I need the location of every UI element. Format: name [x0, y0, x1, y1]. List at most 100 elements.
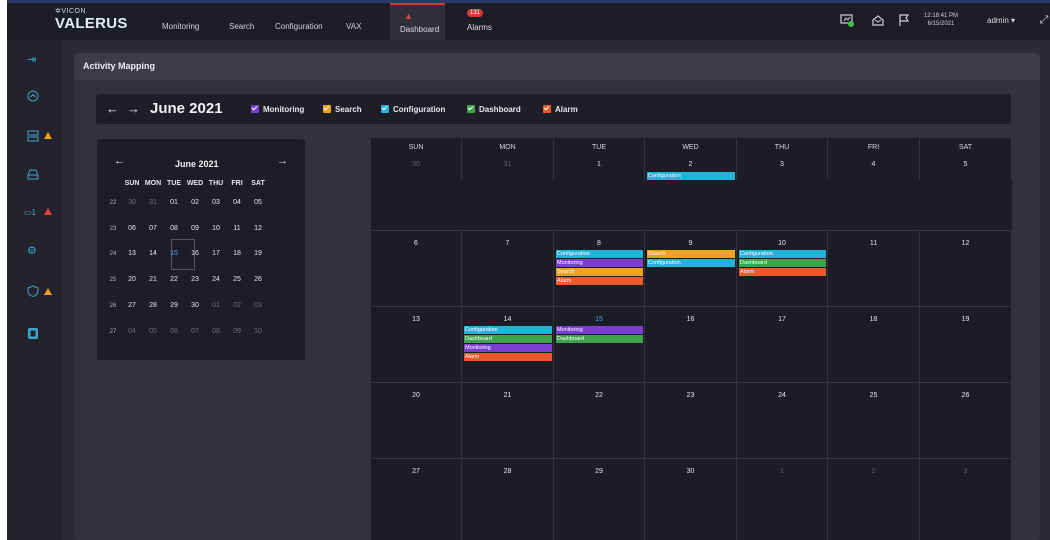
calendar-day-cell[interactable]: 28	[462, 458, 554, 540]
calendar-day-cell[interactable]: 17	[737, 306, 828, 382]
calendar-day-cell[interactable]: 9	[645, 230, 737, 306]
calendar-day-cell[interactable]: 23	[645, 382, 737, 458]
mini-day[interactable]: 26	[247, 276, 269, 283]
mini-day[interactable]: 20	[121, 276, 143, 283]
event-monitoring[interactable]: Monitoring	[556, 259, 643, 267]
nav-search[interactable]: Search	[229, 22, 254, 31]
tab-alarms[interactable]: 131 Alarms	[457, 3, 507, 40]
event-alarm[interactable]: Alarm	[464, 353, 552, 361]
mini-day[interactable]: 13	[121, 250, 143, 257]
mini-day[interactable]: 03	[247, 302, 269, 309]
legend-search[interactable]: Search	[323, 105, 362, 114]
calendar-day-cell[interactable]: 18	[828, 306, 920, 382]
calendar-day-cell[interactable]: 16	[645, 306, 737, 382]
mini-day[interactable]: 16	[184, 250, 206, 257]
flag-icon[interactable]	[897, 13, 911, 27]
mini-day[interactable]: 03	[205, 199, 227, 206]
calendar-day-cell[interactable]: 24	[737, 382, 828, 458]
mini-day[interactable]: 18	[226, 250, 248, 257]
mini-day[interactable]: 08	[163, 225, 185, 232]
mini-day[interactable]: 17	[205, 250, 227, 257]
activity-report-icon[interactable]	[27, 327, 41, 339]
shield-icon[interactable]	[27, 285, 41, 298]
mini-day[interactable]: 05	[142, 328, 164, 335]
event-dashboard[interactable]: Dashboard	[739, 259, 826, 267]
next-month-button[interactable]: →	[127, 101, 140, 116]
mini-day[interactable]: 06	[121, 225, 143, 232]
calendar-day-cell[interactable]: 21	[462, 382, 554, 458]
event-search[interactable]: Search	[556, 268, 643, 276]
mini-day[interactable]: 10	[205, 225, 227, 232]
event-dashboard[interactable]: Dashboard	[464, 335, 552, 343]
prev-month-button[interactable]: ←	[106, 101, 119, 116]
checkbox-icon[interactable]	[323, 105, 331, 113]
settings-icon[interactable]: ⚙	[27, 245, 41, 257]
calendar-day-cell[interactable]: 30	[645, 458, 737, 540]
mini-day[interactable]: 29	[163, 302, 185, 309]
event-configuration[interactable]: Configuration	[739, 250, 826, 258]
mini-day[interactable]: 25	[226, 276, 248, 283]
legend-configuration[interactable]: Configuration	[381, 105, 445, 114]
calendar-day-cell[interactable]: 19	[920, 306, 1012, 382]
event-configuration[interactable]: Configuration	[647, 259, 735, 267]
checkbox-icon[interactable]	[381, 105, 389, 113]
legend-alarm[interactable]: Alarm	[543, 105, 578, 114]
mini-day[interactable]: 27	[121, 302, 143, 309]
event-search[interactable]: Search	[647, 250, 735, 258]
calendar-day-cell[interactable]: 6	[371, 230, 462, 306]
collapse-sidebar-icon[interactable]: ⇥	[27, 54, 41, 66]
mini-day[interactable]: 15	[163, 250, 185, 257]
nav-vax[interactable]: VAX	[346, 22, 361, 31]
mini-day[interactable]: 09	[184, 225, 206, 232]
mini-day[interactable]: 05	[247, 199, 269, 206]
checkbox-icon[interactable]	[467, 105, 475, 113]
mini-day[interactable]: 04	[226, 199, 248, 206]
legend-monitoring[interactable]: Monitoring	[251, 105, 304, 114]
mini-day[interactable]: 02	[184, 199, 206, 206]
checkbox-icon[interactable]	[251, 105, 259, 113]
mini-day[interactable]: 21	[142, 276, 164, 283]
calendar-day-cell[interactable]: 15	[554, 306, 645, 382]
mini-day[interactable]: 11	[226, 225, 248, 232]
mini-day[interactable]: 07	[142, 225, 164, 232]
mini-prev-month-button[interactable]: ←	[114, 155, 125, 167]
calendar-day-cell[interactable]: 2	[828, 458, 920, 540]
calendar-day-cell[interactable]: 22	[554, 382, 645, 458]
calendar-day-cell[interactable]: 29	[554, 458, 645, 540]
mini-day[interactable]: 02	[226, 302, 248, 309]
event-configuration[interactable]: Configuration	[556, 250, 643, 258]
mini-day[interactable]: 14	[142, 250, 164, 257]
mini-day[interactable]: 01	[205, 302, 227, 309]
event-dashboard[interactable]: Dashboard	[556, 335, 643, 343]
mini-day[interactable]: 10	[247, 328, 269, 335]
nav-monitoring[interactable]: Monitoring	[162, 22, 199, 31]
monitor-status-icon[interactable]	[840, 13, 854, 27]
event-configuration[interactable]: Configuration	[464, 326, 552, 334]
mini-day[interactable]: 08	[205, 328, 227, 335]
mini-next-month-button[interactable]: →	[277, 155, 288, 167]
calendar-day-cell[interactable]: 13	[371, 306, 462, 382]
mini-day[interactable]: 07	[184, 328, 206, 335]
nav-configuration[interactable]: Configuration	[275, 22, 323, 31]
event-monitoring[interactable]: Monitoring	[464, 344, 552, 352]
event-monitoring[interactable]: Monitoring	[556, 326, 643, 334]
mini-day[interactable]: 30	[184, 302, 206, 309]
calendar-day-cell[interactable]: 26	[920, 382, 1012, 458]
tab-dashboard[interactable]: ▲ Dashboard	[390, 3, 445, 40]
calendar-day-cell[interactable]: 7	[462, 230, 554, 306]
mini-day[interactable]: 04	[121, 328, 143, 335]
event-alarm[interactable]: Alarm	[556, 277, 643, 285]
calendar-day-cell[interactable]: 27	[371, 458, 462, 540]
mini-day[interactable]: 31	[142, 199, 164, 206]
inbox-icon[interactable]	[871, 13, 885, 27]
mini-day[interactable]: 22	[163, 276, 185, 283]
mini-day[interactable]: 12	[247, 225, 269, 232]
mini-day[interactable]: 01	[163, 199, 185, 206]
calendar-day-cell[interactable]: 1	[737, 458, 828, 540]
server-icon[interactable]	[27, 130, 41, 142]
storage-icon[interactable]	[27, 168, 41, 180]
mini-day[interactable]: 30	[121, 199, 143, 206]
event-alarm[interactable]: Alarm	[739, 268, 826, 276]
user-menu[interactable]: admin ▾	[987, 12, 1037, 30]
event-configuration[interactable]: Configuration	[647, 172, 735, 180]
